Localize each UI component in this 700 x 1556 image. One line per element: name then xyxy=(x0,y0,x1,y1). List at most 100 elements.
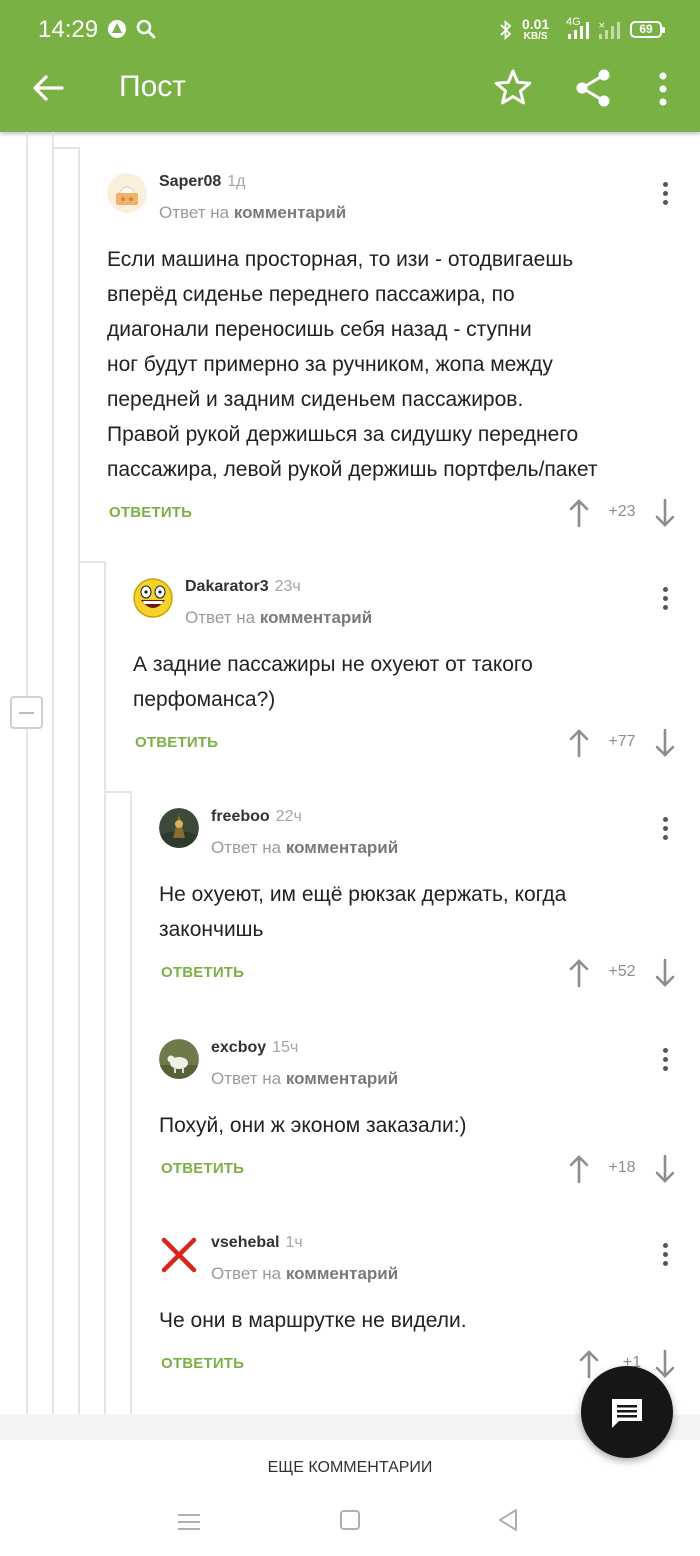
username[interactable]: freeboo 22ч xyxy=(211,808,302,826)
signal-icon xyxy=(566,22,592,45)
comment-text-line: ног будут примерно за ручником, жопа меж… xyxy=(107,353,553,376)
username[interactable]: Dakarator3 23ч xyxy=(185,578,301,596)
upvote-arrow-icon[interactable] xyxy=(569,498,589,528)
username[interactable]: excboy 15ч xyxy=(211,1039,298,1057)
vote-score: +18 xyxy=(608,1159,636,1176)
reply-to-label: Ответ на комментарий xyxy=(211,838,398,858)
avatar[interactable] xyxy=(159,808,199,848)
comment-text-line: вперёд сиденье переднего пассажира, по xyxy=(107,283,515,306)
overflow-menu-icon[interactable] xyxy=(641,66,685,110)
downvote-arrow-icon[interactable] xyxy=(655,728,675,758)
reply-to-link[interactable]: комментарий xyxy=(286,1069,398,1088)
reply-to-link[interactable]: комментарий xyxy=(260,608,372,627)
bluetooth-icon xyxy=(498,19,514,45)
recent-apps-icon[interactable] xyxy=(176,1510,202,1539)
reply-button[interactable]: ОТВЕТИТЬ xyxy=(161,1355,244,1372)
reply-to-prefix: Ответ на xyxy=(211,1264,282,1283)
back-nav-icon[interactable] xyxy=(495,1507,521,1538)
comment-text: А задние пассажиры не охуеют от такого п… xyxy=(133,647,700,717)
search-notification-icon xyxy=(135,18,157,45)
avatar[interactable] xyxy=(159,1234,199,1274)
reply-to-label: Ответ на комментарий xyxy=(159,203,346,223)
comment-menu-icon[interactable] xyxy=(655,814,675,844)
thread-line xyxy=(78,147,80,1414)
reply-button[interactable]: ОТВЕТИТЬ xyxy=(109,504,192,521)
username[interactable]: Saper08 1д xyxy=(159,173,246,191)
upvote-arrow-icon[interactable] xyxy=(579,1349,599,1379)
username-text[interactable]: excboy xyxy=(211,1039,266,1056)
comment: Saper08 1д Ответ на комментарий Если маши… xyxy=(107,173,700,533)
comment-menu-icon[interactable] xyxy=(655,1240,675,1270)
status-time: 14:29 xyxy=(38,16,99,43)
downvote-arrow-icon[interactable] xyxy=(655,958,675,988)
comment-text-line: перфоманса?) xyxy=(133,688,276,711)
comment-menu-icon[interactable] xyxy=(655,1045,675,1075)
status-bar: 14:29 0.01 KB/S 4G × 69 xyxy=(0,0,700,60)
comment-text: Не охуеют, им ещё рюкзак держать, когда … xyxy=(159,877,700,947)
username-text[interactable]: Dakarator3 xyxy=(185,578,269,595)
avatar[interactable] xyxy=(159,1039,199,1079)
reply-to-prefix: Ответ на xyxy=(211,838,282,857)
comment-text: Похуй, они ж эконом заказали:) xyxy=(159,1108,700,1143)
vote-score: +23 xyxy=(608,503,636,520)
reply-to-link[interactable]: комментарий xyxy=(286,1264,398,1283)
share-icon[interactable] xyxy=(571,66,615,110)
comment-text: Че они в маршрутке не видели. xyxy=(159,1303,700,1338)
comment-text-line: передней и задним сиденьем пассажиров. xyxy=(107,388,524,411)
network-speed-value: 0.01 xyxy=(522,16,550,32)
comment-text-line: закончишь xyxy=(159,918,264,941)
comment-time: 1д xyxy=(227,173,246,190)
star-icon[interactable] xyxy=(491,66,535,110)
reply-to-link[interactable]: комментарий xyxy=(286,838,398,857)
app-bar: Пост xyxy=(0,60,700,132)
comment-menu-icon[interactable] xyxy=(655,584,675,614)
avatar[interactable] xyxy=(133,578,173,618)
collapse-thread-button[interactable] xyxy=(10,696,43,729)
comment-text-line: Не охуеют, им ещё рюкзак держать, когда xyxy=(159,883,567,906)
vote-controls: +77 xyxy=(567,728,679,758)
thread-line xyxy=(52,132,54,1414)
username[interactable]: vsehebal 1ч xyxy=(211,1234,303,1252)
top-bar: 14:29 0.01 KB/S 4G × 69 Пост xyxy=(0,0,700,132)
username-text[interactable]: vsehebal xyxy=(211,1234,279,1251)
comment: excboy 15ч Ответ на комментарий Похуй, он… xyxy=(159,1039,700,1189)
reply-button[interactable]: ОТВЕТИТЬ xyxy=(161,964,244,981)
comment: vsehebal 1ч Ответ на комментарий Че они в… xyxy=(159,1234,700,1384)
reply-to-link[interactable]: комментарий xyxy=(234,203,346,222)
vote-controls: +23 xyxy=(567,498,679,528)
upvote-arrow-icon[interactable] xyxy=(569,958,589,988)
downvote-arrow-icon[interactable] xyxy=(655,498,675,528)
comment-fab-button[interactable] xyxy=(581,1366,673,1458)
back-arrow-icon[interactable] xyxy=(28,68,68,108)
reply-button[interactable]: ОТВЕТИТЬ xyxy=(135,734,218,751)
reply-to-label: Ответ на комментарий xyxy=(211,1264,398,1284)
comment-time: 23ч xyxy=(274,578,301,595)
comment-text-line: диагонали переносишь себя назад - ступни xyxy=(107,318,532,341)
comment-time: 15ч xyxy=(272,1039,299,1056)
upvote-arrow-icon[interactable] xyxy=(569,728,589,758)
comment-menu-icon[interactable] xyxy=(655,179,675,209)
more-comments-button[interactable]: ЕЩЕ КОММЕНТАРИИ xyxy=(0,1440,700,1500)
svg-text:×: × xyxy=(598,21,606,31)
network-speed: 0.01 KB/S xyxy=(522,16,550,42)
upvote-arrow-icon[interactable] xyxy=(569,1154,589,1184)
comment-time: 1ч xyxy=(285,1234,303,1251)
comment-text-line: Если машина просторная, то изи - отодвиг… xyxy=(107,248,574,271)
avatar[interactable] xyxy=(107,173,147,213)
reply-to-prefix: Ответ на xyxy=(159,203,230,222)
thread-line xyxy=(26,132,28,1414)
downvote-arrow-icon[interactable] xyxy=(655,1154,675,1184)
username-text[interactable]: freeboo xyxy=(211,808,270,825)
message-icon xyxy=(609,1396,645,1435)
username-text[interactable]: Saper08 xyxy=(159,173,221,190)
page-title: Пост xyxy=(119,70,186,103)
vote-controls: +52 xyxy=(567,958,679,988)
reply-button[interactable]: ОТВЕТИТЬ xyxy=(161,1160,244,1177)
downvote-arrow-icon[interactable] xyxy=(655,1349,675,1379)
comment-time: 22ч xyxy=(275,808,302,825)
comment: Dakarator3 23ч Ответ на комментарий А зад… xyxy=(133,578,700,768)
comment: freeboo 22ч Ответ на комментарий Не охуею… xyxy=(159,808,700,998)
home-icon[interactable] xyxy=(338,1508,362,1537)
reply-to-label: Ответ на комментарий xyxy=(211,1069,398,1089)
comment-text-line: Че они в маршрутке не видели. xyxy=(159,1309,467,1332)
